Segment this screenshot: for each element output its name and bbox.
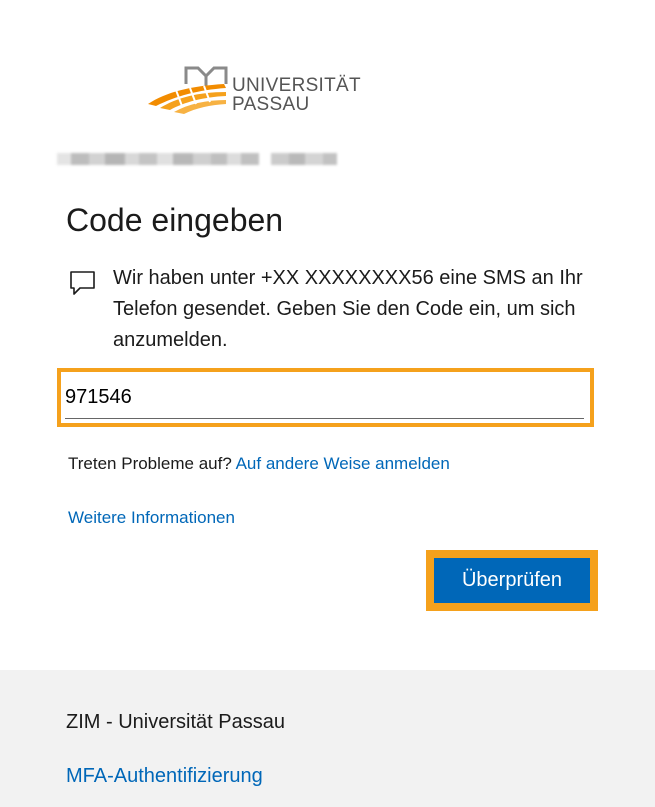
page-title: Code eingeben [66, 202, 284, 238]
logo-line-1: UNIVERSITÄT [232, 75, 361, 96]
footer-org-name: ZIM - Universität Passau [66, 711, 285, 733]
university-logo-mark [148, 66, 228, 114]
trouble-question: Treten Probleme auf? [68, 454, 232, 473]
code-input[interactable] [65, 376, 584, 419]
logo-line-2: PASSAU [232, 94, 310, 115]
sign-in-card: UNIVERSITÄT PASSAU Code eingeben Wir hab… [0, 0, 655, 670]
trouble-line: Treten Probleme auf? Auf andere Weise an… [68, 454, 450, 474]
code-field-highlight [57, 368, 594, 427]
footer: ZIM - Universität Passau MFA-Authentifiz… [0, 670, 655, 807]
sms-message-text: Wir haben unter +XX XXXXXXXX56 eine SMS … [113, 267, 583, 351]
verify-button[interactable]: Überprüfen [434, 558, 590, 603]
logo-wordmark: UNIVERSITÄT PASSAU [232, 76, 361, 114]
more-info-link[interactable]: Weitere Informationen [68, 508, 235, 528]
alternate-sign-in-link[interactable]: Auf andere Weise anmelden [236, 454, 450, 473]
mfa-authentication-link[interactable]: MFA-Authentifizierung [66, 765, 263, 788]
chat-bubble-icon [70, 271, 95, 295]
verify-button-highlight: Überprüfen [426, 550, 598, 611]
university-logo: UNIVERSITÄT PASSAU [146, 62, 361, 124]
blurred-account-identifier [57, 148, 357, 170]
